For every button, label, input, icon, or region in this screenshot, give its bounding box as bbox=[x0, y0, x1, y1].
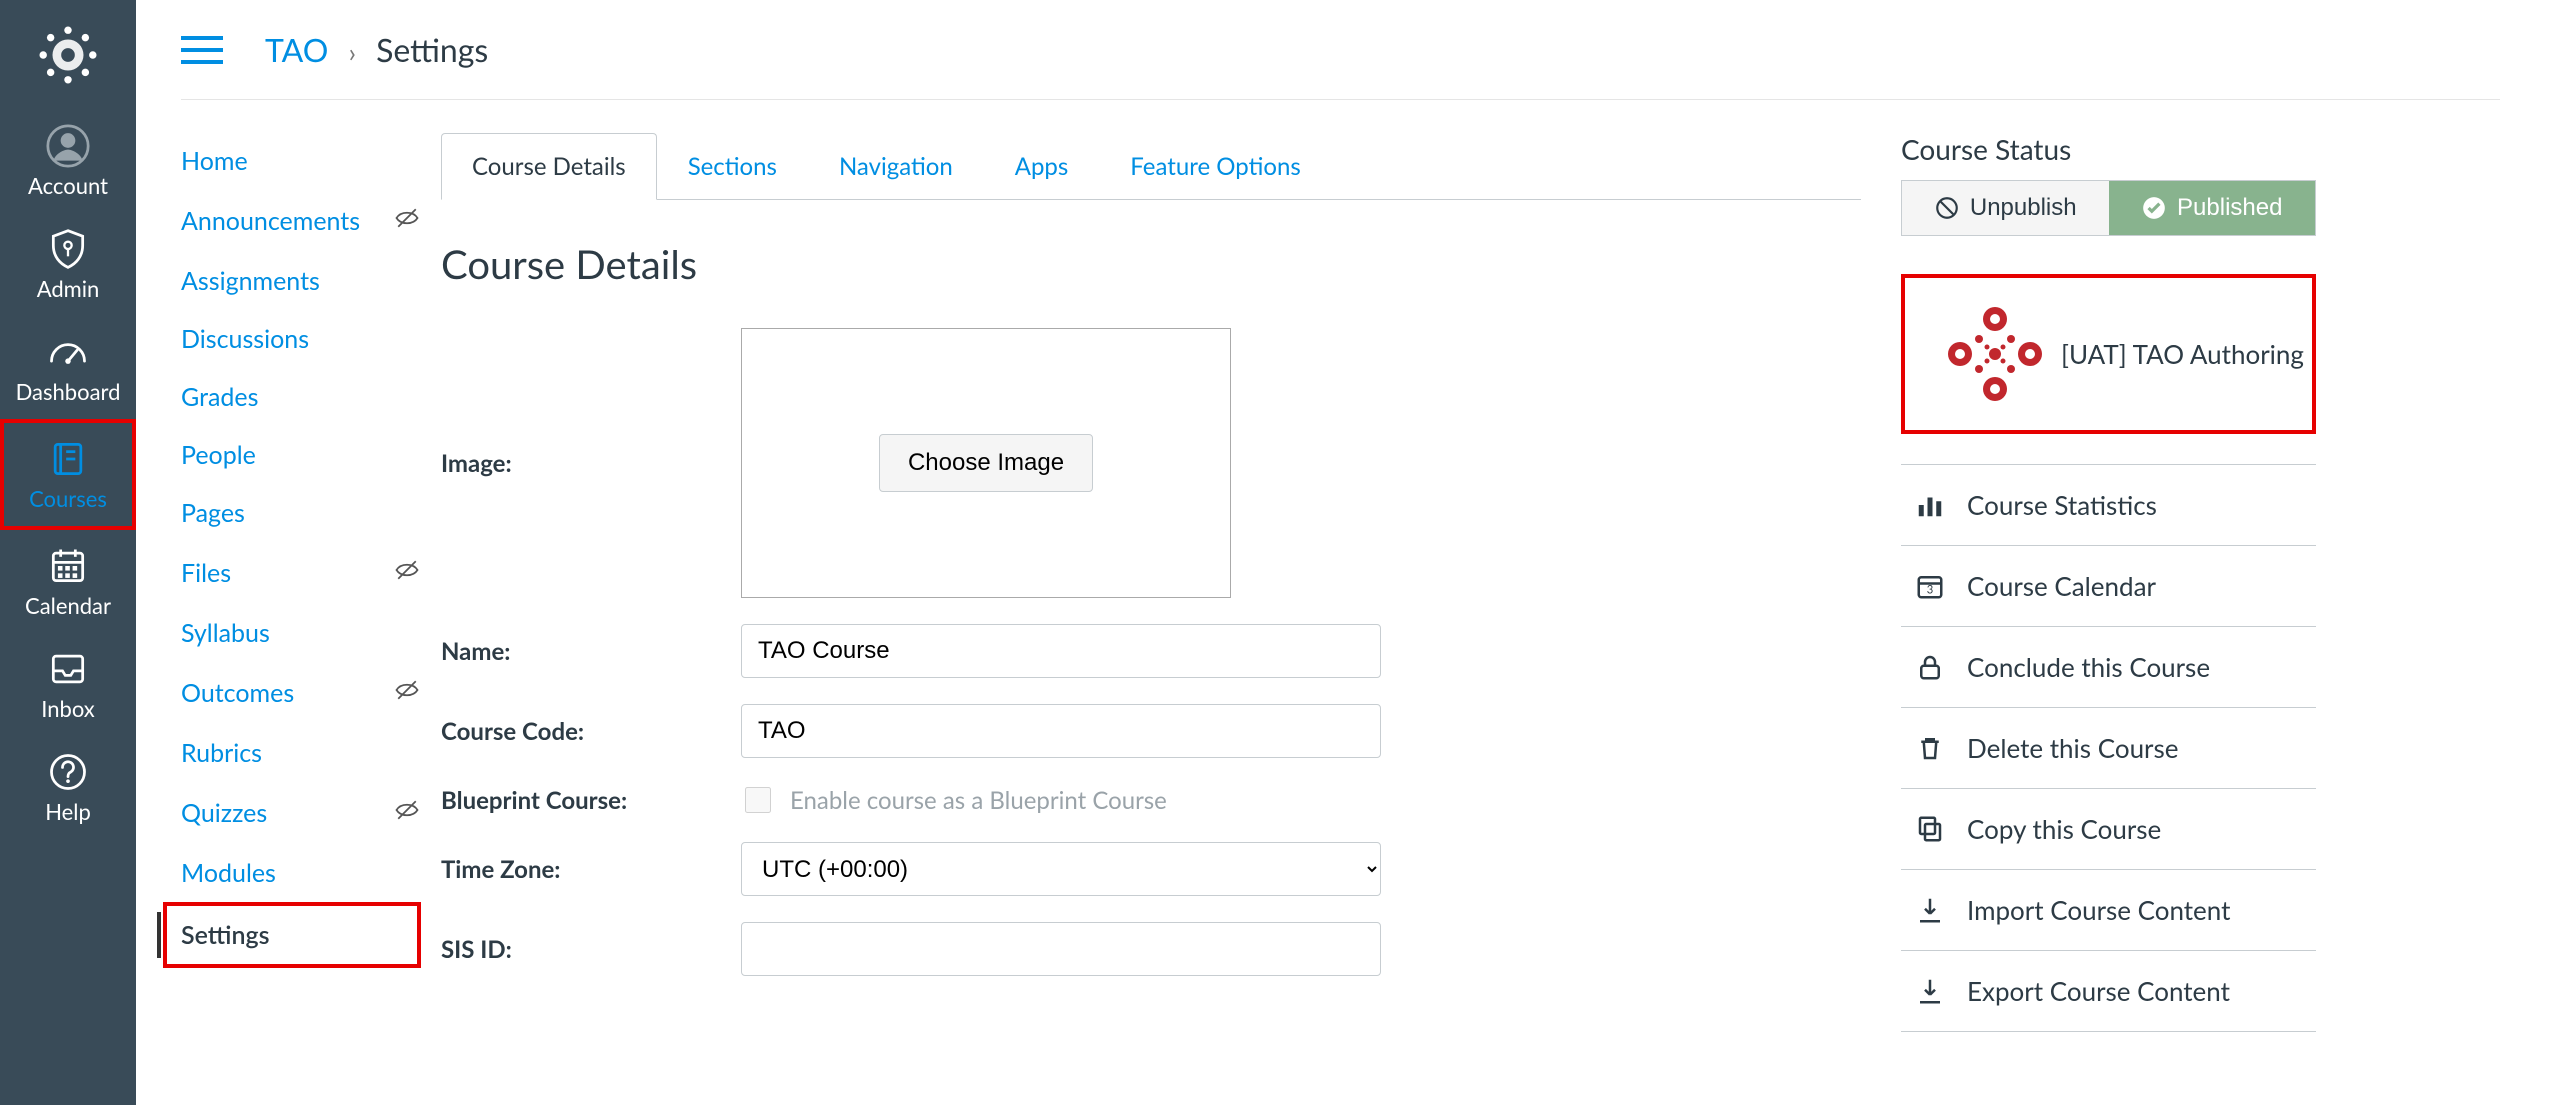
course-status-heading: Course Status bbox=[1901, 132, 2316, 166]
hidden-icon bbox=[393, 556, 421, 590]
course-nav-pages[interactable]: Pages bbox=[181, 484, 421, 542]
name-label: Name: bbox=[441, 637, 741, 666]
published-button: Published bbox=[2109, 181, 2316, 235]
published-check-icon bbox=[2141, 195, 2167, 221]
hidden-icon bbox=[393, 796, 421, 830]
topbar: TAO › Settings bbox=[181, 0, 2500, 100]
link-delete-course[interactable]: Delete this Course bbox=[1901, 708, 2316, 789]
link-import-content[interactable]: Import Course Content bbox=[1901, 870, 2316, 951]
page-title: Course Details bbox=[441, 240, 1861, 288]
course-nav-discussions[interactable]: Discussions bbox=[181, 310, 421, 368]
code-label: Course Code: bbox=[441, 717, 741, 746]
global-nav-help[interactable]: Help bbox=[0, 736, 136, 839]
import-icon bbox=[1915, 895, 1945, 925]
link-conclude-course[interactable]: Conclude this Course bbox=[1901, 627, 2316, 708]
timezone-select[interactable]: UTC (+00:00) bbox=[741, 842, 1381, 896]
tao-authoring-label: [UAT] TAO Authoring bbox=[2061, 338, 2304, 370]
course-nav: Home Announcements Assignments Discussio… bbox=[181, 132, 441, 1032]
content-area: Course Details Sections Navigation Apps … bbox=[441, 132, 1901, 1032]
blueprint-checkbox[interactable] bbox=[745, 787, 771, 813]
breadcrumb-current: Settings bbox=[376, 30, 488, 69]
course-nav-files[interactable]: Files bbox=[181, 542, 421, 604]
course-nav-home[interactable]: Home bbox=[181, 132, 421, 190]
link-course-statistics[interactable]: Course Statistics bbox=[1901, 464, 2316, 546]
account-icon bbox=[44, 122, 92, 170]
lock-icon bbox=[1915, 652, 1945, 682]
course-nav-modules[interactable]: Modules bbox=[181, 844, 421, 902]
admin-shield-icon bbox=[44, 225, 92, 273]
global-nav-calendar[interactable]: Calendar bbox=[0, 530, 136, 633]
course-name-input[interactable] bbox=[741, 624, 1381, 678]
unpublish-button[interactable]: Unpublish bbox=[1902, 181, 2109, 235]
course-nav-assignments[interactable]: Assignments bbox=[181, 252, 421, 310]
course-nav-syllabus[interactable]: Syllabus bbox=[181, 604, 421, 662]
hamburger-toggle[interactable] bbox=[181, 29, 223, 71]
tab-apps[interactable]: Apps bbox=[984, 133, 1100, 200]
trash-icon bbox=[1915, 733, 1945, 763]
unpublish-icon bbox=[1934, 195, 1960, 221]
canvas-logo-icon bbox=[37, 24, 99, 86]
global-nav-account[interactable]: Account bbox=[0, 110, 136, 213]
course-nav-quizzes[interactable]: Quizzes bbox=[181, 782, 421, 844]
breadcrumb-course-link[interactable]: TAO bbox=[265, 30, 328, 69]
global-nav: Account Admin Dashboard Courses Calendar bbox=[0, 0, 136, 1105]
course-nav-outcomes[interactable]: Outcomes bbox=[181, 662, 421, 724]
tab-navigation[interactable]: Navigation bbox=[808, 133, 984, 200]
image-label: Image: bbox=[441, 449, 741, 478]
dashboard-gauge-icon bbox=[44, 328, 92, 376]
link-course-calendar[interactable]: 3 Course Calendar bbox=[1901, 546, 2316, 627]
global-nav-inbox[interactable]: Inbox bbox=[0, 633, 136, 736]
course-nav-grades[interactable]: Grades bbox=[181, 368, 421, 426]
link-export-content[interactable]: Export Course Content bbox=[1901, 951, 2316, 1032]
breadcrumb-separator: › bbox=[349, 36, 356, 68]
svg-text:3: 3 bbox=[1927, 584, 1934, 597]
tab-sections[interactable]: Sections bbox=[657, 133, 808, 200]
courses-book-icon bbox=[44, 435, 92, 483]
right-sidebar: Course Status Unpublish Published bbox=[1901, 132, 2316, 1032]
global-nav-dashboard[interactable]: Dashboard bbox=[0, 316, 136, 419]
timezone-label: Time Zone: bbox=[441, 855, 741, 884]
blueprint-checkbox-row[interactable]: Enable course as a Blueprint Course bbox=[741, 784, 1381, 816]
stats-icon bbox=[1915, 490, 1945, 520]
tab-feature-options[interactable]: Feature Options bbox=[1099, 133, 1331, 200]
tao-authoring-box[interactable]: [UAT] TAO Authoring bbox=[1901, 274, 2316, 434]
global-nav-admin[interactable]: Admin bbox=[0, 213, 136, 316]
hidden-icon bbox=[393, 204, 421, 238]
tao-logo-icon bbox=[1935, 299, 2055, 409]
settings-tabs: Course Details Sections Navigation Apps … bbox=[441, 132, 1861, 200]
sis-id-input[interactable] bbox=[741, 922, 1381, 976]
inbox-icon bbox=[44, 645, 92, 693]
link-copy-course[interactable]: Copy this Course bbox=[1901, 789, 2316, 870]
course-nav-rubrics[interactable]: Rubrics bbox=[181, 724, 421, 782]
hidden-icon bbox=[393, 676, 421, 710]
help-icon bbox=[44, 748, 92, 796]
blueprint-checkbox-label: Enable course as a Blueprint Course bbox=[790, 786, 1167, 815]
canvas-logo[interactable] bbox=[0, 0, 136, 110]
side-links: Course Statistics 3 Course Calendar Conc… bbox=[1901, 464, 2316, 1032]
course-nav-announcements[interactable]: Announcements bbox=[181, 190, 421, 252]
course-status-toggle: Unpublish Published bbox=[1901, 180, 2316, 236]
course-code-input[interactable] bbox=[741, 704, 1381, 758]
tab-course-details[interactable]: Course Details bbox=[441, 133, 657, 200]
course-image-box[interactable]: Choose Image bbox=[741, 328, 1231, 598]
calendar-small-icon: 3 bbox=[1915, 571, 1945, 601]
copy-icon bbox=[1915, 814, 1945, 844]
breadcrumb: TAO › Settings bbox=[265, 30, 488, 69]
export-icon bbox=[1915, 976, 1945, 1006]
blueprint-label: Blueprint Course: bbox=[441, 786, 741, 815]
course-nav-people[interactable]: People bbox=[181, 426, 421, 484]
global-nav-courses[interactable]: Courses bbox=[0, 419, 136, 530]
sis-label: SIS ID: bbox=[441, 935, 741, 964]
calendar-icon bbox=[44, 542, 92, 590]
course-nav-settings[interactable]: Settings bbox=[163, 902, 421, 968]
choose-image-button[interactable]: Choose Image bbox=[879, 434, 1093, 492]
